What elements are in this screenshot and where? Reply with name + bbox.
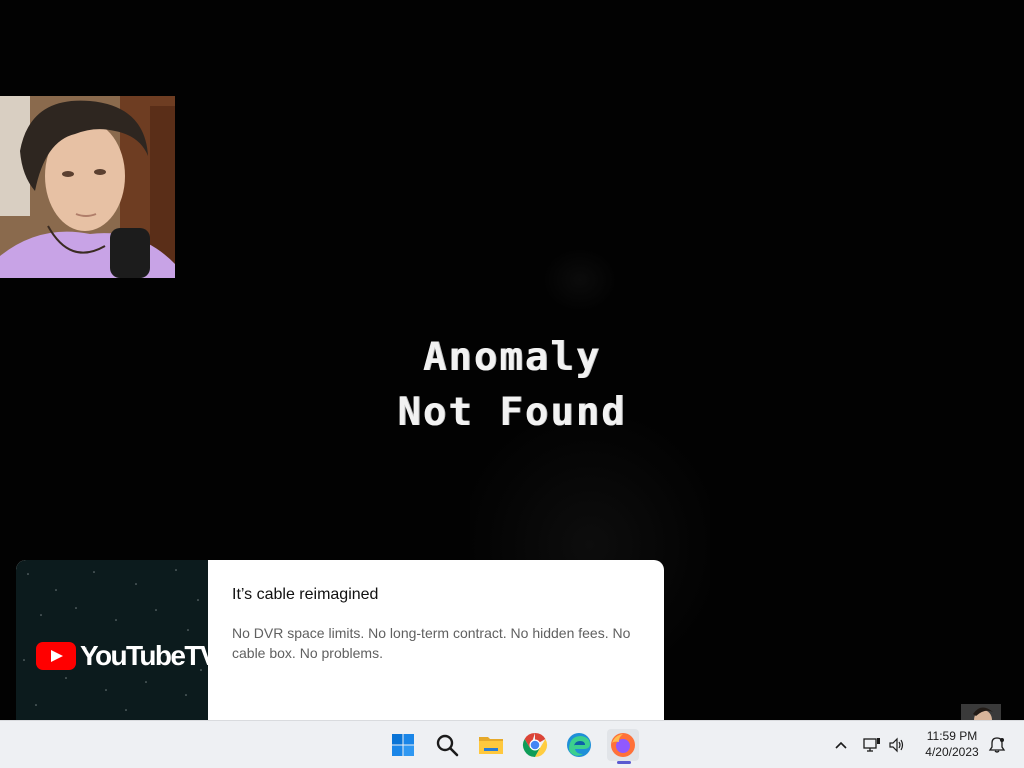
youtube-tv-logo: YouTubeTV — [36, 640, 208, 672]
network-icon — [863, 738, 880, 752]
ad-thumbnail[interactable]: YouTubeTV — [16, 560, 208, 720]
search-icon — [436, 734, 459, 757]
clock-time: 11:59 PM — [926, 729, 978, 743]
folder-icon — [479, 737, 503, 754]
message-line-2: Not Found — [397, 390, 627, 435]
start-button[interactable] — [387, 729, 419, 761]
webcam-overlay — [0, 96, 175, 278]
ad-description: No DVR space limits. No long-term contra… — [232, 625, 631, 661]
edge-button[interactable] — [563, 729, 595, 761]
ad-title[interactable]: It’s cable reimagined — [232, 586, 378, 604]
firefox-icon — [611, 733, 635, 757]
windows-start-icon — [392, 734, 414, 756]
chrome-icon — [522, 733, 548, 757]
active-app-indicator — [617, 761, 631, 764]
chevron-up-icon — [835, 741, 847, 749]
notifications-button[interactable] — [985, 731, 1009, 759]
chrome-button[interactable] — [519, 729, 551, 761]
clock-date: 4/20/2023 — [925, 745, 979, 759]
taskbar: 11:59 PM 4/20/2023 — [0, 720, 1024, 768]
edge-icon — [567, 733, 591, 757]
ad-card[interactable]: YouTubeTV It’s cable reimagined No DVR s… — [16, 560, 664, 720]
system-clock[interactable]: 11:59 PM 4/20/2023 — [912, 728, 992, 760]
network-button[interactable] — [860, 731, 884, 759]
message-line-1: Anomaly — [422, 335, 602, 380]
search-button[interactable] — [431, 729, 463, 761]
dark-figure-head — [545, 250, 615, 310]
notification-icon — [988, 737, 1006, 753]
firefox-button[interactable] — [607, 729, 639, 761]
game-status-message: Anomaly Not Found — [312, 330, 712, 440]
volume-icon — [889, 737, 904, 753]
ad-brand-name: YouTubeTV — [80, 640, 208, 671]
corner-video-thumbnail[interactable] — [961, 704, 1001, 720]
youtube-play-icon — [36, 642, 76, 670]
file-explorer-button[interactable] — [475, 729, 507, 761]
show-hidden-icons-button[interactable] — [829, 731, 853, 759]
volume-button[interactable] — [885, 731, 909, 759]
